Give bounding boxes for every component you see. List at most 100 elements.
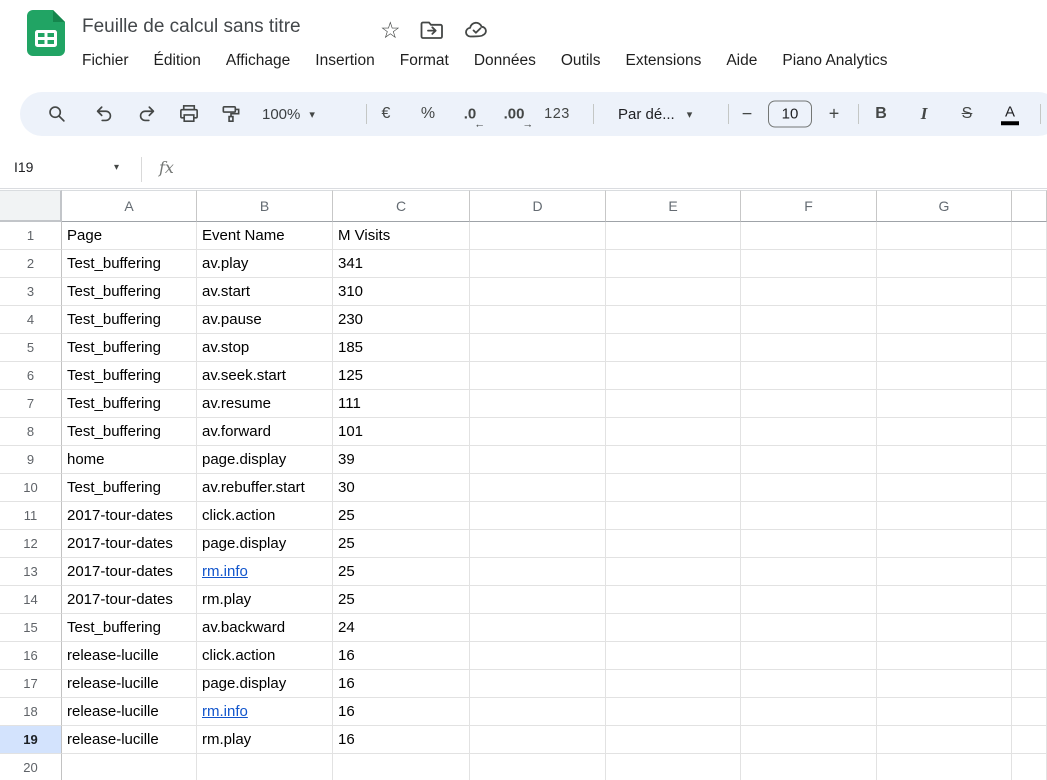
row-header-11[interactable]: 11 bbox=[0, 502, 62, 530]
cell-H8[interactable] bbox=[1012, 418, 1047, 446]
cell-F16[interactable] bbox=[741, 642, 877, 670]
cell-A2[interactable]: Test_buffering bbox=[62, 250, 197, 278]
cell-B13[interactable]: rm.info bbox=[197, 558, 333, 586]
cell-A19[interactable]: release-lucille bbox=[62, 726, 197, 754]
cell-A4[interactable]: Test_buffering bbox=[62, 306, 197, 334]
cell-F2[interactable] bbox=[741, 250, 877, 278]
cell-D18[interactable] bbox=[470, 698, 606, 726]
cell-D8[interactable] bbox=[470, 418, 606, 446]
cell-G16[interactable] bbox=[877, 642, 1012, 670]
cell-E2[interactable] bbox=[606, 250, 741, 278]
column-header-F[interactable]: F bbox=[741, 190, 877, 222]
cell-A3[interactable]: Test_buffering bbox=[62, 278, 197, 306]
cell-A18[interactable]: release-lucille bbox=[62, 698, 197, 726]
cell-B15[interactable]: av.backward bbox=[197, 614, 333, 642]
cell-B17[interactable]: page.display bbox=[197, 670, 333, 698]
cell-G11[interactable] bbox=[877, 502, 1012, 530]
cell-G6[interactable] bbox=[877, 362, 1012, 390]
cell-H13[interactable] bbox=[1012, 558, 1047, 586]
google-sheets-logo[interactable] bbox=[27, 10, 65, 56]
cell-F4[interactable] bbox=[741, 306, 877, 334]
font-selector[interactable]: Par dé... ▾ bbox=[618, 92, 692, 136]
cell-D12[interactable] bbox=[470, 530, 606, 558]
row-header-15[interactable]: 15 bbox=[0, 614, 62, 642]
row-header-12[interactable]: 12 bbox=[0, 530, 62, 558]
cell-G17[interactable] bbox=[877, 670, 1012, 698]
star-icon[interactable]: ☆ bbox=[380, 18, 401, 42]
row-header-16[interactable]: 16 bbox=[0, 642, 62, 670]
cell-G5[interactable] bbox=[877, 334, 1012, 362]
cell-A11[interactable]: 2017-tour-dates bbox=[62, 502, 197, 530]
decrease-decimal-button[interactable]: .0← bbox=[464, 106, 477, 123]
row-header-4[interactable]: 4 bbox=[0, 306, 62, 334]
menu-outils[interactable]: Outils bbox=[559, 50, 603, 72]
undo-icon[interactable] bbox=[93, 103, 115, 125]
cell-B4[interactable]: av.pause bbox=[197, 306, 333, 334]
cell-G7[interactable] bbox=[877, 390, 1012, 418]
column-header-A[interactable]: A bbox=[62, 190, 197, 222]
cell-E16[interactable] bbox=[606, 642, 741, 670]
cell-A5[interactable]: Test_buffering bbox=[62, 334, 197, 362]
cell-H1[interactable] bbox=[1012, 222, 1047, 250]
row-header-6[interactable]: 6 bbox=[0, 362, 62, 390]
cell-D20[interactable] bbox=[470, 754, 606, 780]
cell-A15[interactable]: Test_buffering bbox=[62, 614, 197, 642]
cell-D10[interactable] bbox=[470, 474, 606, 502]
cell-F7[interactable] bbox=[741, 390, 877, 418]
cell-E11[interactable] bbox=[606, 502, 741, 530]
cell-G10[interactable] bbox=[877, 474, 1012, 502]
cell-H19[interactable] bbox=[1012, 726, 1047, 754]
cell-A1[interactable]: Page bbox=[62, 222, 197, 250]
cell-C8[interactable]: 101 bbox=[333, 418, 470, 446]
cell-A9[interactable]: home bbox=[62, 446, 197, 474]
cell-E17[interactable] bbox=[606, 670, 741, 698]
cell-C13[interactable]: 25 bbox=[333, 558, 470, 586]
cell-E14[interactable] bbox=[606, 586, 741, 614]
cell-A10[interactable]: Test_buffering bbox=[62, 474, 197, 502]
cell-B18[interactable]: rm.info bbox=[197, 698, 333, 726]
cell-C4[interactable]: 230 bbox=[333, 306, 470, 334]
cell-C6[interactable]: 125 bbox=[333, 362, 470, 390]
cell-H14[interactable] bbox=[1012, 586, 1047, 614]
cell-A16[interactable]: release-lucille bbox=[62, 642, 197, 670]
cell-B16[interactable]: click.action bbox=[197, 642, 333, 670]
cell-H18[interactable] bbox=[1012, 698, 1047, 726]
column-header-B[interactable]: B bbox=[197, 190, 333, 222]
cell-B19[interactable]: rm.play bbox=[197, 726, 333, 754]
cell-C5[interactable]: 185 bbox=[333, 334, 470, 362]
chevron-down-icon[interactable]: ▾ bbox=[114, 162, 119, 173]
cell-G9[interactable] bbox=[877, 446, 1012, 474]
format-currency-button[interactable]: € bbox=[382, 105, 391, 123]
cell-F5[interactable] bbox=[741, 334, 877, 362]
cell-C14[interactable]: 25 bbox=[333, 586, 470, 614]
cell-B14[interactable]: rm.play bbox=[197, 586, 333, 614]
cell-F1[interactable] bbox=[741, 222, 877, 250]
column-header-G[interactable]: G bbox=[877, 190, 1012, 222]
menu-edition[interactable]: Édition bbox=[152, 50, 203, 72]
cell-E19[interactable] bbox=[606, 726, 741, 754]
menu-fichier[interactable]: Fichier bbox=[80, 50, 131, 72]
select-all-corner[interactable] bbox=[0, 190, 62, 222]
row-header-7[interactable]: 7 bbox=[0, 390, 62, 418]
cell-E9[interactable] bbox=[606, 446, 741, 474]
cell-H3[interactable] bbox=[1012, 278, 1047, 306]
row-header-3[interactable]: 3 bbox=[0, 278, 62, 306]
cell-H4[interactable] bbox=[1012, 306, 1047, 334]
cell-E6[interactable] bbox=[606, 362, 741, 390]
cell-H15[interactable] bbox=[1012, 614, 1047, 642]
cell-D14[interactable] bbox=[470, 586, 606, 614]
cell-B7[interactable]: av.resume bbox=[197, 390, 333, 418]
cell-C15[interactable]: 24 bbox=[333, 614, 470, 642]
cell-C3[interactable]: 310 bbox=[333, 278, 470, 306]
cell-F14[interactable] bbox=[741, 586, 877, 614]
cell-D13[interactable] bbox=[470, 558, 606, 586]
cell-F11[interactable] bbox=[741, 502, 877, 530]
cell-C18[interactable]: 16 bbox=[333, 698, 470, 726]
cell-D15[interactable] bbox=[470, 614, 606, 642]
column-header-D[interactable]: D bbox=[470, 190, 606, 222]
cell-C11[interactable]: 25 bbox=[333, 502, 470, 530]
cell-D17[interactable] bbox=[470, 670, 606, 698]
cell-E10[interactable] bbox=[606, 474, 741, 502]
cell-C7[interactable]: 111 bbox=[333, 390, 470, 418]
cell-G18[interactable] bbox=[877, 698, 1012, 726]
